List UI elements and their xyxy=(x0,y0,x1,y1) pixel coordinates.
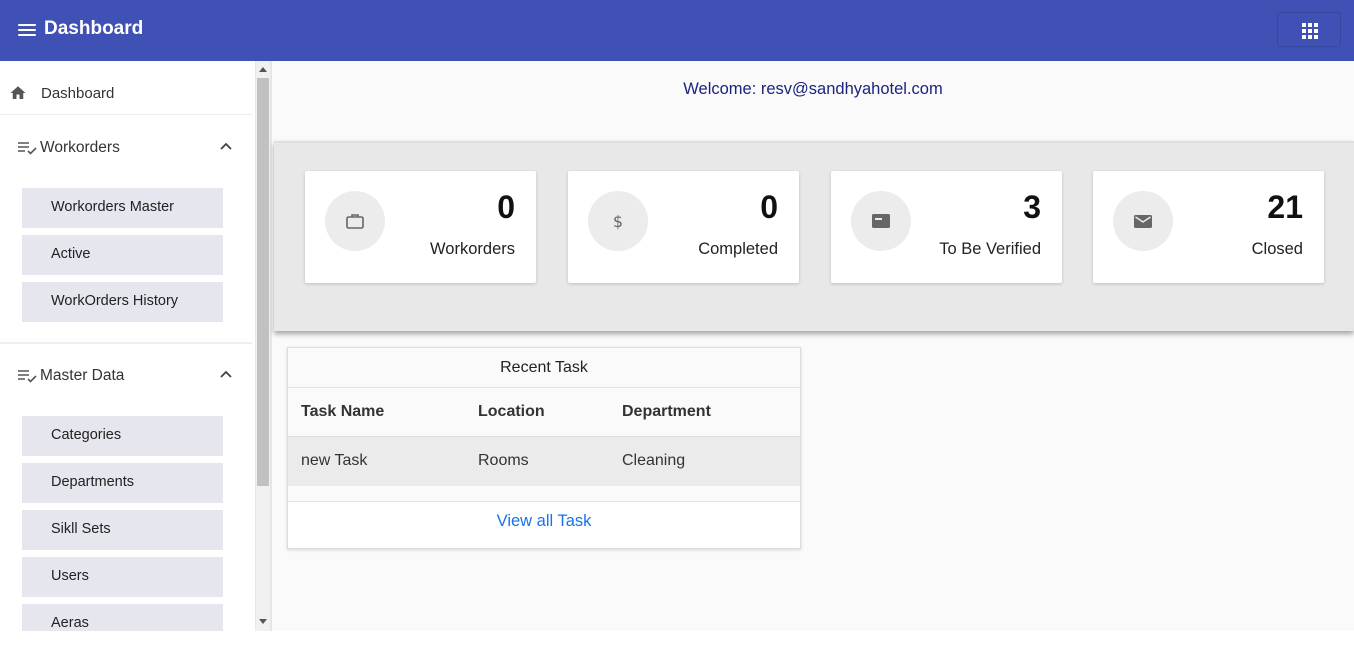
sidebar-item-dashboard[interactable]: Dashboard xyxy=(0,73,252,115)
welcome-text: Welcome: resv@sandhyahotel.com xyxy=(683,80,943,98)
stat-card-workorders[interactable]: 0 Workorders xyxy=(305,171,536,283)
cell-department: Cleaning xyxy=(622,452,686,469)
sidebar-item-skill-sets[interactable]: Sikll Sets xyxy=(22,510,223,550)
top-app-bar: Dashboard xyxy=(0,0,1354,61)
playlist-check-icon xyxy=(18,370,37,383)
sidebar-scrollbar[interactable] xyxy=(256,61,270,631)
app-title: Dashboard xyxy=(44,18,144,39)
sidebar-group-master-data[interactable]: Master Data xyxy=(0,354,252,398)
sidebar-item-label: Workorders Master xyxy=(51,199,175,215)
column-header-department: Department xyxy=(622,403,711,420)
scrollbar-thumb[interactable] xyxy=(257,78,269,486)
stat-card-to-be-verified[interactable]: 3 To Be Verified xyxy=(831,171,1062,283)
stat-card-closed[interactable]: 21 Closed xyxy=(1093,171,1324,283)
cell-task-name: new Task xyxy=(301,452,368,469)
hamburger-menu-icon[interactable] xyxy=(17,20,37,40)
sidebar-item-departments[interactable]: Departments xyxy=(22,463,223,503)
recent-task-panel: Recent Task Task Name Location Departmen… xyxy=(287,347,801,549)
sidebar-item-active[interactable]: Active xyxy=(22,235,223,275)
sidebar-group-label: Master Data xyxy=(40,367,125,384)
sidebar-item-users[interactable]: Users xyxy=(22,557,223,597)
sidebar-item-label: WorkOrders History xyxy=(51,293,179,309)
stat-label: Completed xyxy=(698,240,778,258)
sidebar-item-label: Users xyxy=(51,568,89,584)
sidebar-item-areas[interactable]: Aeras xyxy=(22,604,223,631)
sidebar-item-label: Categories xyxy=(51,427,122,443)
view-all-task-link[interactable]: View all Task xyxy=(288,512,800,531)
mail-icon xyxy=(1113,191,1173,251)
sidebar-item-categories[interactable]: Categories xyxy=(22,416,223,456)
sidebar-item-label: Dashboard xyxy=(41,85,115,102)
home-icon xyxy=(10,86,26,99)
cell-location: Rooms xyxy=(478,452,529,469)
stat-label: Closed xyxy=(1251,240,1303,258)
sidebar-group-workorders[interactable]: Workorders xyxy=(0,126,252,170)
sidebar-item-workorders-master[interactable]: Workorders Master xyxy=(22,188,223,228)
sidebar: Dashboard Workorders Workorders Master A… xyxy=(0,61,256,631)
sidebar-group-label: Workorders xyxy=(40,139,120,156)
main-content: Welcome: resv@sandhyahotel.com 0 Workord… xyxy=(272,61,1354,631)
scroll-down-arrow-icon[interactable] xyxy=(259,619,267,624)
table-footer-gap xyxy=(288,486,800,502)
column-header-location: Location xyxy=(478,403,545,420)
table-row[interactable]: new Task Rooms Cleaning xyxy=(288,437,800,486)
column-header-task-name: Task Name xyxy=(301,403,385,420)
dollar-icon: $ xyxy=(588,191,648,251)
sidebar-item-workorders-history[interactable]: WorkOrders History xyxy=(22,282,223,322)
stat-value: 0 xyxy=(497,189,515,225)
sidebar-item-label: Aeras xyxy=(51,615,89,631)
stat-value: 3 xyxy=(1023,189,1041,225)
apps-menu-button[interactable] xyxy=(1277,12,1341,47)
sidebar-item-label: Active xyxy=(51,246,91,262)
sidebar-divider xyxy=(0,342,252,344)
sidebar-item-label: Sikll Sets xyxy=(51,521,111,537)
chevron-up-icon[interactable] xyxy=(219,141,233,151)
card-icon xyxy=(851,191,911,251)
table-header: Task Name Location Department xyxy=(288,388,800,437)
playlist-check-icon xyxy=(18,142,37,155)
stat-card-completed[interactable]: $ 0 Completed xyxy=(568,171,799,283)
stat-label: To Be Verified xyxy=(939,240,1041,258)
recent-task-title: Recent Task xyxy=(288,348,800,388)
chevron-up-icon[interactable] xyxy=(219,369,233,379)
apps-grid-icon xyxy=(1302,23,1318,39)
stat-value: 21 xyxy=(1267,189,1303,225)
scroll-up-arrow-icon[interactable] xyxy=(259,67,267,72)
svg-text:$: $ xyxy=(613,212,623,231)
stat-value: 0 xyxy=(760,189,778,225)
sidebar-item-label: Departments xyxy=(51,474,135,490)
stat-label: Workorders xyxy=(430,240,515,258)
briefcase-icon xyxy=(325,191,385,251)
